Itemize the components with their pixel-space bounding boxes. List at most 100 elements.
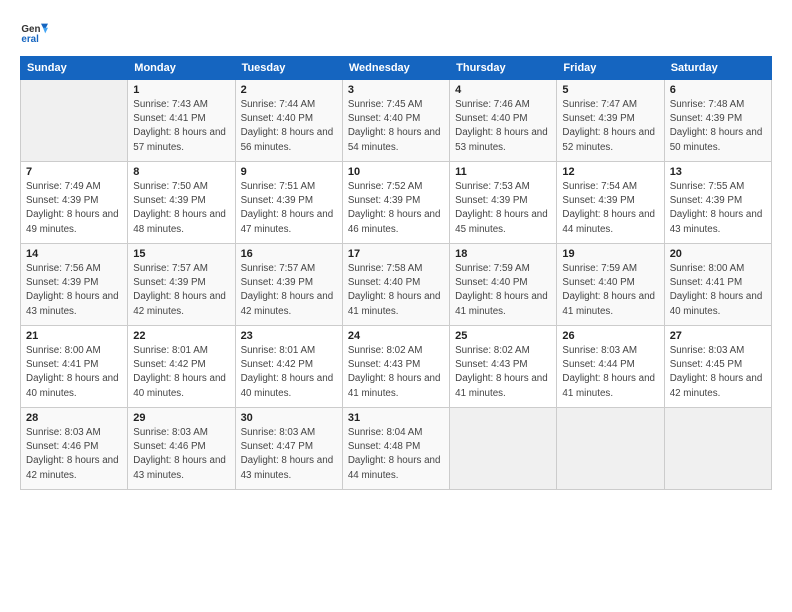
day-number: 12: [562, 166, 658, 178]
day-detail: Sunrise: 7:46 AMSunset: 4:40 PMDaylight:…: [455, 98, 551, 155]
calendar-cell: 28 Sunrise: 8:03 AMSunset: 4:46 PMDayligh…: [21, 408, 128, 490]
day-detail: Sunrise: 7:59 AMSunset: 4:40 PMDaylight:…: [455, 262, 551, 319]
day-number: 29: [133, 412, 229, 424]
day-number: 11: [455, 166, 551, 178]
day-number: 8: [133, 166, 229, 178]
calendar-table: SundayMondayTuesdayWednesdayThursdayFrid…: [20, 56, 772, 490]
calendar-cell: 4 Sunrise: 7:46 AMSunset: 4:40 PMDaylight…: [450, 80, 557, 162]
day-number: 3: [348, 84, 444, 96]
calendar-cell: 26 Sunrise: 8:03 AMSunset: 4:44 PMDayligh…: [557, 326, 664, 408]
calendar-cell: 3 Sunrise: 7:45 AMSunset: 4:40 PMDaylight…: [342, 80, 449, 162]
weekday-header-monday: Monday: [128, 57, 235, 80]
calendar-cell: 30Sunrise: 8:03 AMSunset: 4:47 PMDayligh…: [235, 408, 342, 490]
calendar-cell: 2Sunrise: 7:44 AMSunset: 4:40 PMDaylight…: [235, 80, 342, 162]
day-detail: Sunrise: 8:03 AMSunset: 4:45 PMDaylight:…: [670, 344, 766, 401]
day-detail: Sunrise: 7:47 AMSunset: 4:39 PMDaylight:…: [562, 98, 658, 155]
day-number: 31: [348, 412, 444, 424]
day-detail: Sunrise: 8:00 AMSunset: 4:41 PMDaylight:…: [670, 262, 766, 319]
weekday-header-saturday: Saturday: [664, 57, 771, 80]
calendar-cell: 19 Sunrise: 7:59 AMSunset: 4:40 PMDayligh…: [557, 244, 664, 326]
day-detail: Sunrise: 7:43 AMSunset: 4:41 PMDaylight:…: [133, 98, 229, 155]
calendar-cell: 29Sunrise: 8:03 AMSunset: 4:46 PMDayligh…: [128, 408, 235, 490]
calendar-cell: 15Sunrise: 7:57 AMSunset: 4:39 PMDayligh…: [128, 244, 235, 326]
day-number: 5: [562, 84, 658, 96]
day-number: 6: [670, 84, 766, 96]
day-detail: Sunrise: 7:58 AMSunset: 4:40 PMDaylight:…: [348, 262, 444, 319]
calendar-cell: 16 Sunrise: 7:57 AMSunset: 4:39 PMDayligh…: [235, 244, 342, 326]
day-detail: Sunrise: 8:03 AMSunset: 4:47 PMDaylight:…: [241, 426, 337, 483]
calendar-cell: 22 Sunrise: 8:01 AMSunset: 4:42 PMDayligh…: [128, 326, 235, 408]
calendar-cell: 24 Sunrise: 8:02 AMSunset: 4:43 PMDayligh…: [342, 326, 449, 408]
calendar-cell: 18 Sunrise: 7:59 AMSunset: 4:40 PMDayligh…: [450, 244, 557, 326]
day-detail: Sunrise: 7:50 AMSunset: 4:39 PMDaylight:…: [133, 180, 229, 237]
calendar-cell: 25 Sunrise: 8:02 AMSunset: 4:43 PMDayligh…: [450, 326, 557, 408]
day-detail: Sunrise: 7:52 AMSunset: 4:39 PMDaylight:…: [348, 180, 444, 237]
calendar-cell: [557, 408, 664, 490]
day-number: 27: [670, 330, 766, 342]
calendar-cell: 31 Sunrise: 8:04 AMSunset: 4:48 PMDayligh…: [342, 408, 449, 490]
day-number: 7: [26, 166, 122, 178]
calendar-cell: 21 Sunrise: 8:00 AMSunset: 4:41 PMDayligh…: [21, 326, 128, 408]
calendar-cell: 10 Sunrise: 7:52 AMSunset: 4:39 PMDayligh…: [342, 162, 449, 244]
day-number: 1: [133, 84, 229, 96]
day-detail: Sunrise: 7:45 AMSunset: 4:40 PMDaylight:…: [348, 98, 444, 155]
day-detail: Sunrise: 7:54 AMSunset: 4:39 PMDaylight:…: [562, 180, 658, 237]
weekday-header-tuesday: Tuesday: [235, 57, 342, 80]
day-detail: Sunrise: 7:59 AMSunset: 4:40 PMDaylight:…: [562, 262, 658, 319]
day-detail: Sunrise: 8:03 AMSunset: 4:46 PMDaylight:…: [26, 426, 122, 483]
day-number: 10: [348, 166, 444, 178]
calendar-cell: 13 Sunrise: 7:55 AMSunset: 4:39 PMDayligh…: [664, 162, 771, 244]
day-number: 16: [241, 248, 337, 260]
day-number: 19: [562, 248, 658, 260]
calendar-cell: 7Sunrise: 7:49 AMSunset: 4:39 PMDaylight…: [21, 162, 128, 244]
calendar-cell: 1 Sunrise: 7:43 AMSunset: 4:41 PMDaylight…: [128, 80, 235, 162]
day-number: 9: [241, 166, 337, 178]
logo-icon: Gen eral: [20, 18, 48, 46]
calendar-cell: 8 Sunrise: 7:50 AMSunset: 4:39 PMDaylight…: [128, 162, 235, 244]
day-number: 4: [455, 84, 551, 96]
calendar-cell: 5 Sunrise: 7:47 AMSunset: 4:39 PMDaylight…: [557, 80, 664, 162]
day-detail: Sunrise: 7:44 AMSunset: 4:40 PMDaylight:…: [241, 98, 337, 155]
day-number: 13: [670, 166, 766, 178]
day-detail: Sunrise: 7:51 AMSunset: 4:39 PMDaylight:…: [241, 180, 337, 237]
calendar-cell: 12 Sunrise: 7:54 AMSunset: 4:39 PMDayligh…: [557, 162, 664, 244]
day-number: 24: [348, 330, 444, 342]
weekday-header-friday: Friday: [557, 57, 664, 80]
day-detail: Sunrise: 8:04 AMSunset: 4:48 PMDaylight:…: [348, 426, 444, 483]
day-detail: Sunrise: 8:03 AMSunset: 4:44 PMDaylight:…: [562, 344, 658, 401]
day-number: 14: [26, 248, 122, 260]
day-number: 21: [26, 330, 122, 342]
calendar-cell: 27 Sunrise: 8:03 AMSunset: 4:45 PMDayligh…: [664, 326, 771, 408]
page-header: Gen eral: [20, 18, 772, 46]
day-number: 28: [26, 412, 122, 424]
weekday-header-sunday: Sunday: [21, 57, 128, 80]
day-detail: Sunrise: 7:57 AMSunset: 4:39 PMDaylight:…: [241, 262, 337, 319]
weekday-header-wednesday: Wednesday: [342, 57, 449, 80]
day-detail: Sunrise: 7:53 AMSunset: 4:39 PMDaylight:…: [455, 180, 551, 237]
calendar-cell: [21, 80, 128, 162]
day-detail: Sunrise: 8:02 AMSunset: 4:43 PMDaylight:…: [348, 344, 444, 401]
calendar-cell: 23 Sunrise: 8:01 AMSunset: 4:42 PMDayligh…: [235, 326, 342, 408]
day-number: 17: [348, 248, 444, 260]
calendar-cell: [450, 408, 557, 490]
day-number: 25: [455, 330, 551, 342]
weekday-header-thursday: Thursday: [450, 57, 557, 80]
calendar-cell: 9 Sunrise: 7:51 AMSunset: 4:39 PMDaylight…: [235, 162, 342, 244]
day-detail: Sunrise: 8:00 AMSunset: 4:41 PMDaylight:…: [26, 344, 122, 401]
day-number: 15: [133, 248, 229, 260]
day-detail: Sunrise: 8:01 AMSunset: 4:42 PMDaylight:…: [133, 344, 229, 401]
day-detail: Sunrise: 7:48 AMSunset: 4:39 PMDaylight:…: [670, 98, 766, 155]
day-detail: Sunrise: 8:01 AMSunset: 4:42 PMDaylight:…: [241, 344, 337, 401]
day-number: 22: [133, 330, 229, 342]
day-detail: Sunrise: 7:56 AMSunset: 4:39 PMDaylight:…: [26, 262, 122, 319]
day-number: 23: [241, 330, 337, 342]
calendar-cell: 11 Sunrise: 7:53 AMSunset: 4:39 PMDayligh…: [450, 162, 557, 244]
calendar-cell: 14 Sunrise: 7:56 AMSunset: 4:39 PMDayligh…: [21, 244, 128, 326]
svg-text:eral: eral: [21, 34, 39, 45]
calendar-cell: [664, 408, 771, 490]
day-number: 26: [562, 330, 658, 342]
day-detail: Sunrise: 7:55 AMSunset: 4:39 PMDaylight:…: [670, 180, 766, 237]
calendar-cell: 20Sunrise: 8:00 AMSunset: 4:41 PMDayligh…: [664, 244, 771, 326]
day-detail: Sunrise: 8:02 AMSunset: 4:43 PMDaylight:…: [455, 344, 551, 401]
day-number: 18: [455, 248, 551, 260]
